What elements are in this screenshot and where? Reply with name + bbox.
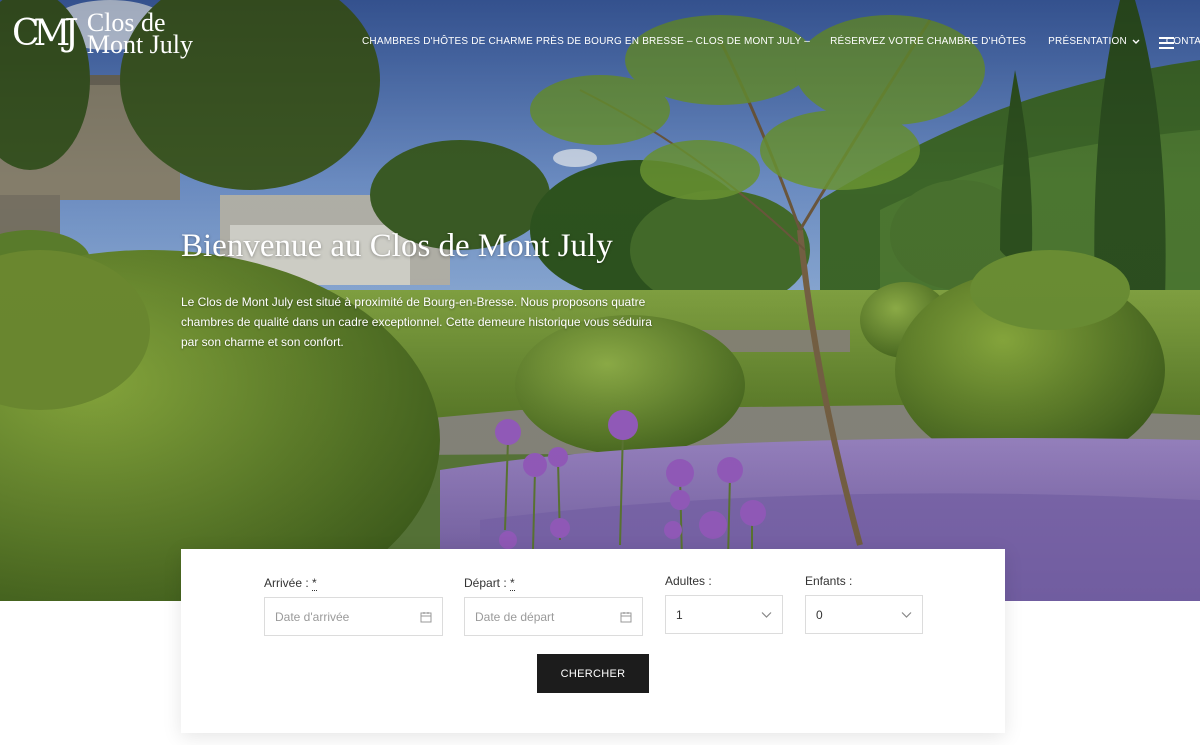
nav-item-presentation[interactable]: PRÉSENTATION	[1048, 36, 1140, 47]
calendar-icon[interactable]	[620, 611, 632, 623]
children-field: Enfants : 0	[805, 574, 923, 634]
nav-item-label: CHAMBRES D'HÔTES DE CHARME PRÈS DE BOURG…	[362, 36, 811, 47]
required-mark: *	[312, 576, 317, 591]
nav-item-chambres[interactable]: CHAMBRES D'HÔTES DE CHARME PRÈS DE BOURG…	[362, 36, 810, 47]
nav-item-label: RÉSERVEZ VOTRE CHAMBRE D'HÔTES	[830, 36, 1027, 47]
arrival-placeholder: Date d'arrivée	[275, 609, 350, 624]
adults-select[interactable]: 1	[665, 595, 783, 634]
hero-title: Bienvenue au Clos de Mont July	[181, 228, 613, 264]
nav-item-label: PRÉSENTATION	[1048, 36, 1127, 47]
main-nav: CHAMBRES D'HÔTES DE CHARME PRÈS DE BOURG…	[362, 36, 1200, 47]
chevron-down-icon	[1132, 39, 1140, 44]
nav-item-reservez[interactable]: RÉSERVEZ VOTRE CHAMBRE D'HÔTES	[830, 36, 1026, 47]
departure-field: Départ : * Date de départ	[464, 576, 643, 636]
arrival-date-input[interactable]: Date d'arrivée	[264, 597, 443, 636]
adults-value: 1	[676, 607, 683, 622]
hero-section: CMJ Clos de Mont July CHAMBRES D'HÔTES D…	[0, 0, 1200, 601]
arrival-field: Arrivée : * Date d'arrivée	[264, 576, 443, 636]
required-mark: *	[510, 576, 515, 591]
logo-line-2: Mont July	[86, 30, 194, 59]
adults-field: Adultes : 1	[665, 574, 783, 634]
logo-wordmark: Clos de Mont July	[86, 10, 194, 59]
hamburger-menu-icon[interactable]	[1159, 37, 1174, 49]
departure-date-input[interactable]: Date de départ	[464, 597, 643, 636]
adults-label: Adultes :	[665, 574, 712, 588]
chevron-down-icon	[901, 612, 912, 618]
booking-form: Arrivée : * Date d'arrivée Départ : * Da…	[181, 549, 1005, 733]
site-logo[interactable]: CMJ Clos de Mont July	[12, 10, 194, 59]
calendar-icon[interactable]	[420, 611, 432, 623]
chevron-down-icon	[761, 612, 772, 618]
departure-label: Départ : *	[464, 576, 515, 591]
children-value: 0	[816, 607, 823, 622]
logo-monogram: CMJ	[12, 13, 79, 54]
hero-description: Le Clos de Mont July est situé à proximi…	[181, 295, 652, 349]
children-select[interactable]: 0	[805, 595, 923, 634]
departure-placeholder: Date de départ	[475, 609, 555, 624]
children-label: Enfants :	[805, 574, 853, 588]
search-button[interactable]: CHERCHER	[537, 654, 649, 693]
arrival-label: Arrivée : *	[264, 576, 317, 591]
